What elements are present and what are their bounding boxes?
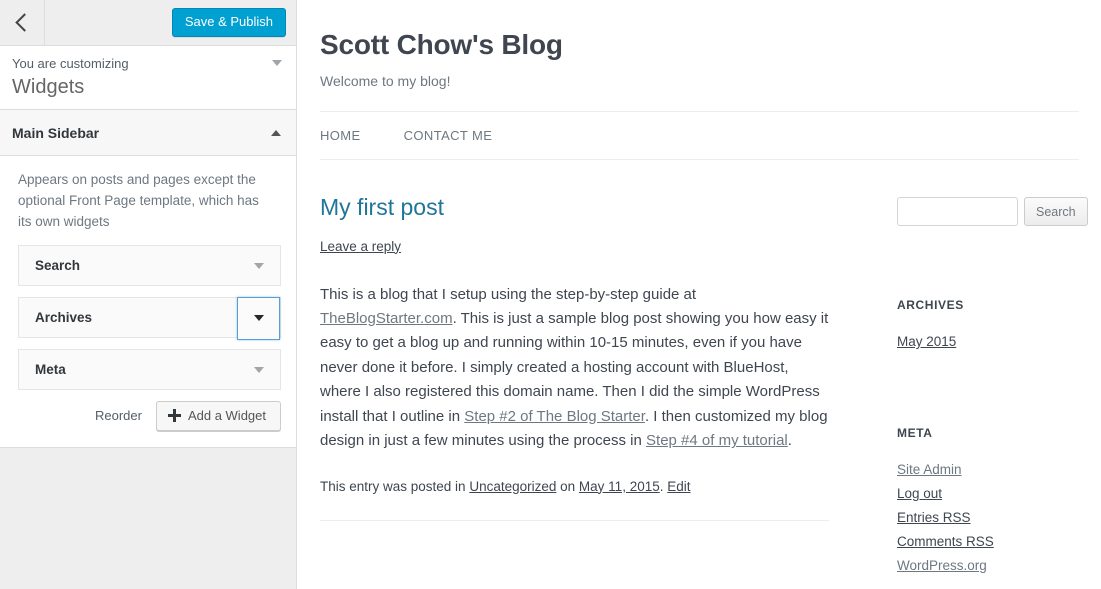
post-body: This is a blog that I setup using the st… [320, 283, 829, 454]
entry-meta-prefix: This entry was posted in [320, 478, 470, 494]
list-item: Log out [897, 482, 1088, 506]
save-and-publish-button[interactable]: Save & Publish [171, 7, 286, 38]
add-a-widget-label: Add a Widget [187, 407, 266, 423]
entry-meta-middle: on [556, 478, 579, 494]
post-body-text-4: . [787, 432, 792, 450]
search-form: Search [897, 197, 1088, 226]
customizing-label: You are customizing [12, 56, 129, 71]
widget-expand-toggle[interactable] [237, 245, 280, 288]
list-item: May 2015 [897, 330, 1088, 354]
sidebar-description: Appears on posts and pages except the op… [18, 172, 259, 229]
post-meta-top: Leave a reply [320, 239, 829, 254]
post-title[interactable]: My first post [320, 194, 829, 222]
chevron-left-icon [14, 13, 34, 32]
site-navigation: HOME CONTACT ME [320, 111, 1079, 160]
meta-widget-heading: META [897, 426, 933, 441]
theblogstarter-link[interactable]: TheBlogStarter.com [320, 310, 453, 327]
archive-link-may-2015[interactable]: May 2015 [897, 334, 956, 349]
category-link[interactable]: Uncategorized [469, 479, 556, 494]
list-item: Site Admin [897, 458, 1088, 482]
widget-expand-toggle[interactable] [237, 349, 280, 392]
content-columns: My first post Leave a reply This is a bl… [320, 194, 1088, 578]
customizing-panel-header[interactable]: You are customizing Widgets [0, 45, 296, 110]
customizer-header: Save & Publish [0, 0, 296, 45]
step-4-link[interactable]: Step #4 of my tutorial [646, 432, 788, 449]
section-header-main-sidebar[interactable]: Main Sidebar [0, 110, 296, 156]
post-separator [320, 519, 829, 521]
add-a-widget-button[interactable]: Add a Widget [155, 400, 281, 431]
nav-item-home[interactable]: HOME [320, 128, 361, 143]
meta-link-entries-rss[interactable]: Entries RSS [897, 510, 971, 525]
site-title: Scott Chow's Blog [320, 29, 563, 60]
archives-widget-heading: ARCHIVES [897, 298, 964, 312]
widget-title: Search [35, 257, 81, 273]
meta-link-log-out[interactable]: Log out [897, 486, 942, 501]
preview-sidebar: Search ARCHIVES May 2015 META Site Admin… [897, 194, 1088, 578]
site-inner: Scott Chow's Blog Welcome to my blog! HO… [298, 29, 1101, 578]
chevron-down-icon [272, 60, 282, 66]
list-item: Entries RSS [897, 506, 1088, 530]
section-body-main-sidebar: Appears on posts and pages except the op… [0, 156, 296, 448]
site-preview: Scott Chow's Blog Welcome to my blog! HO… [298, 0, 1101, 589]
widget-actions: Reorder Add a Widget [18, 400, 281, 431]
customizer-app: Save & Publish You are customizing Widge… [0, 0, 1101, 589]
caret-down-icon [253, 263, 264, 270]
plus-icon [167, 408, 181, 422]
widget-title: Archives [35, 309, 93, 325]
nav-item-contact-me[interactable]: CONTACT ME [404, 128, 493, 143]
reorder-button[interactable]: Reorder [95, 408, 142, 423]
close-customizer-button[interactable] [0, 0, 45, 45]
meta-list: Site Admin Log out Entries RSS Comments … [897, 458, 1088, 578]
list-item: WordPress.org [897, 554, 1088, 578]
post-entry-meta: This entry was posted in Uncategorized o… [320, 479, 829, 494]
archives-widget: ARCHIVES May 2015 [897, 298, 1088, 354]
customizer-panel: Save & Publish You are customizing Widge… [0, 0, 297, 589]
site-description: Welcome to my blog! [320, 73, 451, 89]
post-date-link[interactable]: May 11, 2015 [579, 479, 660, 494]
main-content-column: My first post Leave a reply This is a bl… [320, 194, 829, 578]
post-body-text-1: This is a blog that I setup using the st… [320, 285, 697, 303]
widget-item-meta[interactable]: Meta [18, 348, 281, 392]
section-title: Main Sidebar [12, 124, 100, 141]
meta-link-comments-rss[interactable]: Comments RSS [897, 534, 994, 549]
meta-widget: META Site Admin Log out Entries RSS Comm… [897, 426, 1088, 578]
archives-list: May 2015 [897, 330, 1088, 354]
search-widget: Search [897, 197, 1088, 226]
caret-up-icon [271, 129, 281, 136]
panel-title: Widgets [12, 75, 85, 98]
search-input[interactable] [897, 197, 1018, 226]
list-item: Comments RSS [897, 530, 1088, 554]
caret-down-icon [253, 315, 264, 322]
leave-a-reply-link[interactable]: Leave a reply [320, 239, 401, 254]
widget-title: Meta [35, 361, 66, 377]
step-2-link[interactable]: Step #2 of The Blog Starter [464, 408, 645, 425]
meta-link-site-admin[interactable]: Site Admin [897, 462, 962, 477]
meta-link-wordpress-org[interactable]: WordPress.org [897, 558, 987, 573]
edit-post-link[interactable]: Edit [667, 479, 690, 494]
caret-down-icon [253, 367, 264, 374]
widget-item-archives[interactable]: Archives [18, 296, 281, 340]
search-submit-button[interactable]: Search [1024, 197, 1088, 226]
widget-item-search[interactable]: Search [18, 244, 281, 288]
widget-expand-toggle[interactable] [237, 296, 280, 340]
